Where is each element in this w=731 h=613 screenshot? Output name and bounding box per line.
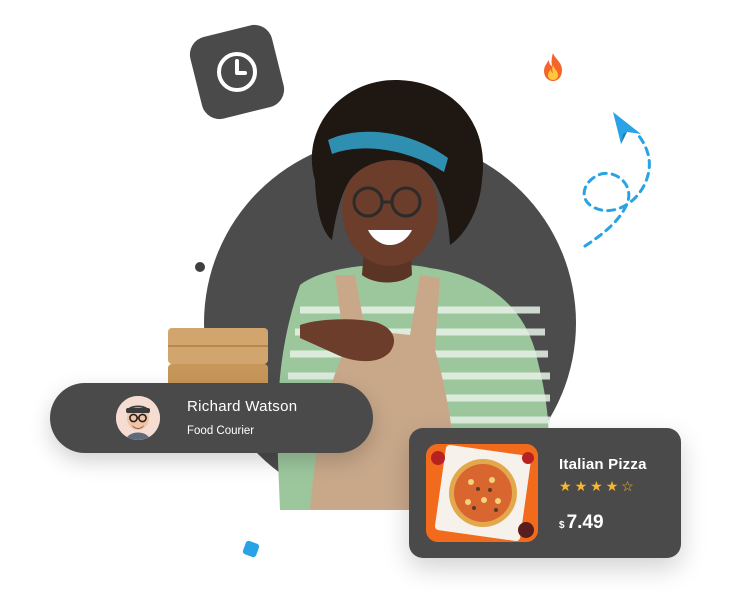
star-icon: ★ <box>590 478 603 494</box>
rating-stars: ★ ★ ★ ★ ☆ <box>559 479 634 493</box>
avatar <box>116 396 160 440</box>
courier-name: Richard Watson <box>187 398 298 415</box>
paper-plane-icon <box>582 112 651 248</box>
star-outline-icon: ☆ <box>621 478 634 494</box>
product-card[interactable]: Italian Pizza ★ ★ ★ ★ ☆ $ 7.49 <box>409 428 681 558</box>
star-icon: ★ <box>605 478 619 494</box>
star-icon: ★ <box>559 478 572 494</box>
price-value: 7.49 <box>566 512 604 533</box>
star-icon: ★ <box>574 478 588 494</box>
courier-role: Food Courier <box>187 425 255 437</box>
product-price: $ 7.49 <box>559 512 604 534</box>
pizza-image <box>426 444 538 542</box>
product-name: Italian Pizza <box>559 456 647 473</box>
price-currency: $ <box>559 520 565 531</box>
courier-card: Richard Watson Food Courier <box>50 383 373 453</box>
avatar-icon <box>116 396 160 440</box>
decor-square <box>242 540 260 558</box>
